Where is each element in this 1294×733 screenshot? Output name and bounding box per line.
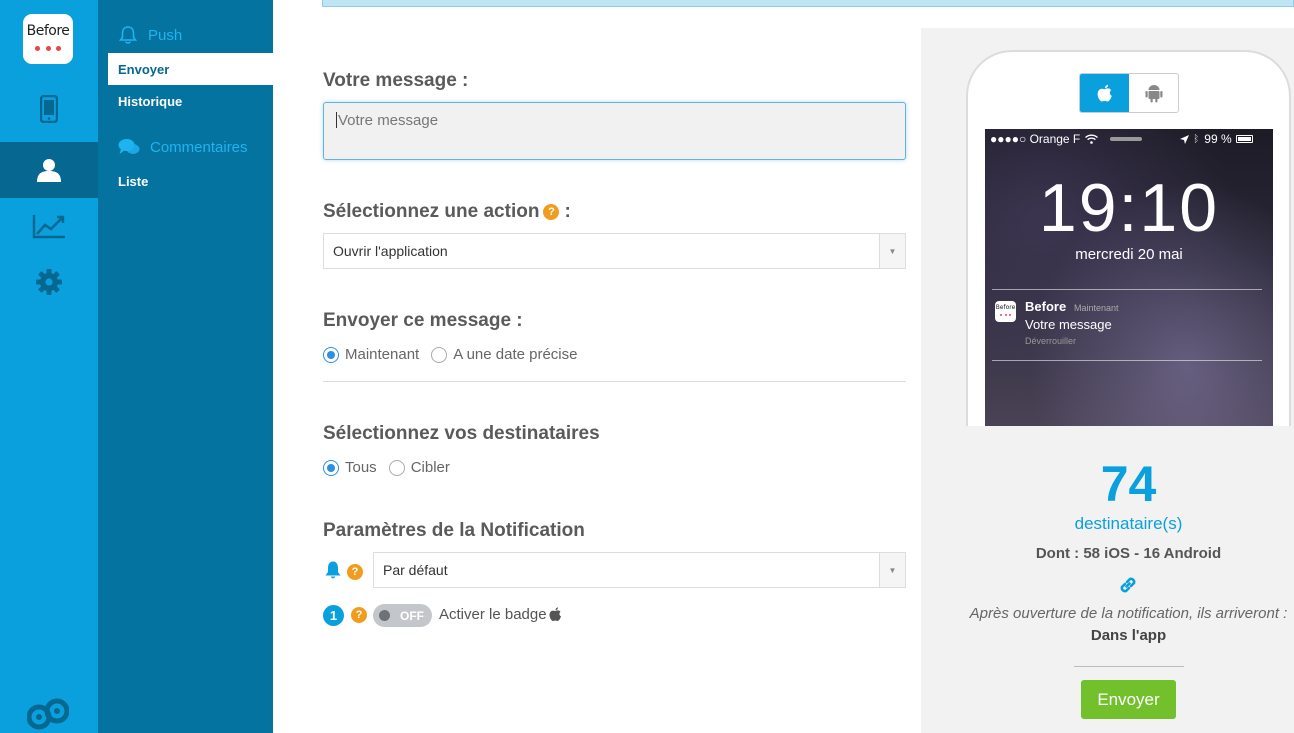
location-icon bbox=[1180, 134, 1190, 144]
destination-text: Dans l'app bbox=[1090, 627, 1167, 644]
submenu-item-historique[interactable]: Historique bbox=[108, 85, 273, 117]
loading-bar bbox=[1110, 137, 1143, 141]
radio-scheduled-label[interactable]: A une date précise bbox=[453, 346, 577, 363]
status-bar: ●●●●○ Orange F ᛒ 99 % bbox=[985, 129, 1273, 149]
apple-icon bbox=[1097, 84, 1112, 101]
notif-separator bbox=[992, 360, 1262, 361]
platform-switch bbox=[1079, 73, 1179, 113]
help-icon[interactable]: ? bbox=[351, 607, 367, 623]
badge-toggle[interactable]: OFF bbox=[373, 604, 432, 627]
send-when-label: Envoyer ce message : bbox=[323, 310, 523, 331]
notif-subtext: Déverrouiller bbox=[1025, 336, 1077, 346]
radio-now[interactable] bbox=[323, 346, 339, 363]
carrier: ●●●●○ Orange F bbox=[990, 132, 1081, 146]
link-icon bbox=[1120, 577, 1136, 593]
lockscreen-date: mercredi 20 mai bbox=[1075, 246, 1183, 263]
battery-icon bbox=[1235, 135, 1253, 143]
bell-icon bbox=[118, 26, 138, 44]
text-cursor bbox=[336, 112, 337, 128]
action-label-colon: : bbox=[564, 201, 571, 222]
chevron-down-icon: ▼ bbox=[879, 234, 905, 268]
notif-time: Maintenant bbox=[1074, 303, 1119, 313]
recipients-radio-group: Tous Cibler bbox=[323, 459, 462, 476]
user-icon bbox=[37, 159, 61, 182]
divider bbox=[1074, 666, 1184, 667]
badge-label-row: Activer le badge bbox=[439, 606, 562, 623]
radio-scheduled[interactable] bbox=[431, 346, 448, 363]
message-placeholder: Votre message bbox=[338, 112, 439, 129]
app-logo[interactable]: Before bbox=[23, 14, 73, 64]
notif-app-name: Before bbox=[1025, 299, 1067, 314]
platform-split: Dont : 58 iOS - 16 Android bbox=[1035, 545, 1222, 562]
gear-icon bbox=[36, 269, 62, 295]
radio-all[interactable] bbox=[323, 459, 339, 476]
send-when-radio-group: Maintenant A une date précise bbox=[323, 346, 589, 363]
radio-now-label[interactable]: Maintenant bbox=[345, 346, 419, 363]
notif-separator bbox=[992, 289, 1262, 290]
apple-icon bbox=[549, 607, 561, 621]
toggle-state: OFF bbox=[400, 608, 424, 623]
action-select[interactable]: Ouvrir l'application ▼ bbox=[323, 233, 906, 269]
lockscreen-preview: ●●●●○ Orange F ᛒ 99 % 19:10 mercredi 20 … bbox=[985, 129, 1273, 426]
chevron-down-icon: ▼ bbox=[879, 553, 905, 587]
rail-item-users[interactable] bbox=[0, 142, 98, 198]
mobile-icon bbox=[40, 95, 58, 123]
rail-item-settings[interactable] bbox=[0, 254, 98, 310]
sound-select[interactable]: Par défaut ▼ bbox=[373, 552, 906, 588]
sound-select-value: Par défaut bbox=[383, 562, 448, 578]
icon-rail: Before bbox=[0, 0, 98, 733]
ios-tab[interactable] bbox=[1080, 74, 1129, 112]
chart-icon bbox=[32, 215, 65, 239]
recipients-label: Sélectionnez vos destinataires bbox=[323, 423, 600, 444]
help-icon[interactable]: ? bbox=[543, 204, 560, 220]
rail-item-mobile[interactable] bbox=[0, 81, 98, 137]
recipient-count-label: destinataire(s) bbox=[1074, 514, 1183, 533]
rail-item-stats[interactable] bbox=[0, 198, 98, 254]
notif-message: Votre message bbox=[1025, 317, 1112, 332]
info-banner bbox=[322, 0, 1294, 7]
radio-all-label[interactable]: Tous bbox=[345, 459, 377, 476]
send-button[interactable]: Envoyer bbox=[1081, 680, 1176, 719]
lockscreen-clock: 19:10 bbox=[1038, 170, 1220, 246]
toggle-knob bbox=[379, 610, 390, 621]
message-input[interactable]: Votre message bbox=[323, 102, 906, 160]
submenu-item-envoyer[interactable]: Envoyer bbox=[108, 53, 273, 85]
notif-app-icon-dots bbox=[1000, 314, 1011, 316]
submenu-heading-push[interactable]: Push bbox=[118, 22, 182, 48]
recipient-count: 74 bbox=[1100, 456, 1157, 512]
after-open-text: Après ouverture de la notification, ils … bbox=[969, 605, 1288, 622]
owl-icon bbox=[26, 695, 70, 733]
badge-number-icon: 1 bbox=[323, 605, 344, 626]
message-label: Votre message : bbox=[323, 70, 469, 91]
action-label: Sélectionnez une action bbox=[323, 201, 540, 222]
submenu: Push Envoyer Historique Commentaires Lis… bbox=[98, 0, 273, 733]
submenu-heading-label: Push bbox=[148, 26, 183, 44]
badge-label: Activer le badge bbox=[439, 606, 547, 623]
logo-text: Before bbox=[26, 23, 70, 39]
action-select-value: Ouvrir l'application bbox=[333, 243, 448, 259]
android-tab[interactable] bbox=[1129, 74, 1178, 112]
wifi-icon bbox=[1085, 134, 1099, 144]
android-icon bbox=[1145, 85, 1162, 103]
help-icon[interactable]: ? bbox=[347, 564, 363, 580]
logo-dots bbox=[35, 46, 61, 52]
radio-target-label[interactable]: Cibler bbox=[411, 459, 450, 476]
notif-app-icon-text: Before bbox=[995, 304, 1016, 311]
bluetooth-icon: ᛒ bbox=[1193, 133, 1200, 145]
submenu-heading-label: Commentaires bbox=[150, 138, 248, 156]
radio-target[interactable] bbox=[388, 459, 405, 476]
action-label-row: Sélectionnez une action ? : bbox=[323, 201, 571, 223]
battery-level: 99 % bbox=[1204, 132, 1232, 146]
notif-app-icon: Before bbox=[995, 301, 1016, 322]
divider bbox=[323, 381, 906, 382]
bell-icon bbox=[325, 561, 341, 579]
submenu-item-liste[interactable]: Liste bbox=[108, 165, 273, 197]
notif-params-label: Paramètres de la Notification bbox=[323, 520, 585, 541]
submenu-heading-comments[interactable]: Commentaires bbox=[118, 134, 248, 160]
comments-icon bbox=[118, 139, 140, 154]
